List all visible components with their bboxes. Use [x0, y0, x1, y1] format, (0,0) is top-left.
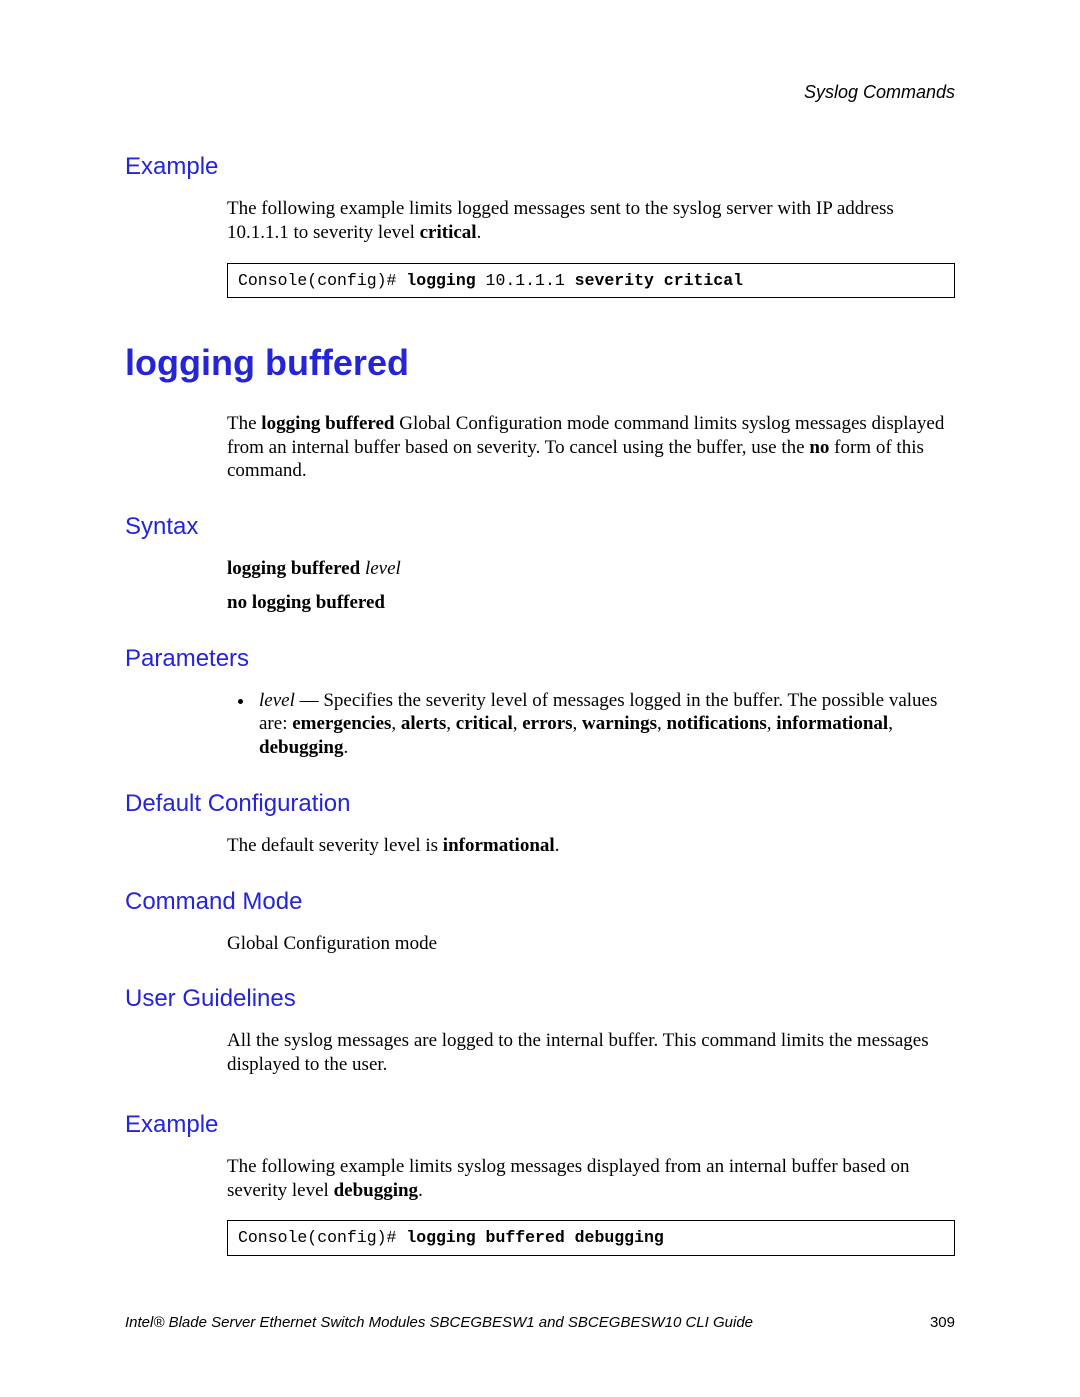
header-section-title: Syslog Commands [125, 82, 955, 103]
text: . [555, 835, 560, 856]
param-value: notifications [667, 713, 767, 734]
code-keyword: logging buffered debugging [406, 1228, 663, 1247]
text-bold: debugging [334, 1180, 418, 1201]
syntax-italic: level [365, 558, 401, 579]
heading-syntax: Syntax [125, 513, 955, 541]
page-content: Syslog Commands Example The following ex… [0, 0, 1080, 1256]
cmdmode-text: Global Configuration mode [227, 932, 955, 956]
param-value: warnings [582, 713, 657, 734]
syntax-bold: no logging buffered [227, 592, 385, 613]
example1-paragraph: The following example limits logged mess… [227, 197, 955, 245]
param-value: emergencies [292, 713, 391, 734]
sep: , [446, 713, 456, 734]
heading-default-configuration: Default Configuration [125, 790, 955, 818]
sep: , [767, 713, 777, 734]
footer-title: Intel® Blade Server Ethernet Switch Modu… [125, 1314, 753, 1331]
text: The [227, 413, 261, 434]
heading-user-guidelines: User Guidelines [125, 985, 955, 1013]
text: . [477, 222, 482, 243]
example2-code: Console(config)# logging buffered debugg… [227, 1220, 955, 1255]
guidelines-text: All the syslog messages are logged to th… [227, 1029, 955, 1077]
code-arg: 10.1.1.1 [486, 271, 575, 290]
text: . [343, 737, 348, 758]
sep: , [513, 713, 523, 734]
code-prompt: Console(config)# [238, 1228, 406, 1247]
text: . [418, 1180, 423, 1201]
syntax-lines: logging buffered level no logging buffer… [227, 557, 955, 615]
param-value: alerts [401, 713, 446, 734]
code-keyword: severity critical [575, 271, 743, 290]
code-keyword: logging [406, 271, 485, 290]
heading-example-2: Example [125, 1111, 955, 1139]
text: The following example limits logged mess… [227, 198, 894, 243]
sep: , [391, 713, 401, 734]
code-prompt: Console(config)# [238, 271, 406, 290]
page-footer: Intel® Blade Server Ethernet Switch Modu… [125, 1314, 955, 1331]
example2-paragraph: The following example limits syslog mess… [227, 1155, 955, 1203]
sep: , [573, 713, 583, 734]
sep: , [888, 713, 893, 734]
param-value: critical [456, 713, 513, 734]
heading-parameters: Parameters [125, 645, 955, 673]
defaultcfg-text: The default severity level is informatio… [227, 834, 955, 858]
text-bold: informational [443, 835, 555, 856]
command-intro: The logging buffered Global Configuratio… [227, 412, 955, 483]
page-number: 309 [930, 1314, 955, 1331]
heading-example-1: Example [125, 153, 955, 181]
text-bold: critical [420, 222, 477, 243]
text-bold: no [809, 437, 829, 458]
list-item: level — Specifies the severity level of … [255, 689, 955, 760]
command-title: logging buffered [125, 342, 955, 384]
param-value: debugging [259, 737, 343, 758]
param-name: level [259, 690, 295, 711]
param-value: informational [776, 713, 888, 734]
syntax-bold: logging buffered [227, 558, 365, 579]
text-bold: logging buffered [261, 413, 394, 434]
sep: , [657, 713, 667, 734]
param-value: errors [522, 713, 572, 734]
parameters-list: level — Specifies the severity level of … [227, 689, 955, 760]
heading-command-mode: Command Mode [125, 888, 955, 916]
example1-code: Console(config)# logging 10.1.1.1 severi… [227, 263, 955, 298]
text: The following example limits syslog mess… [227, 1156, 909, 1201]
text: The default severity level is [227, 835, 443, 856]
